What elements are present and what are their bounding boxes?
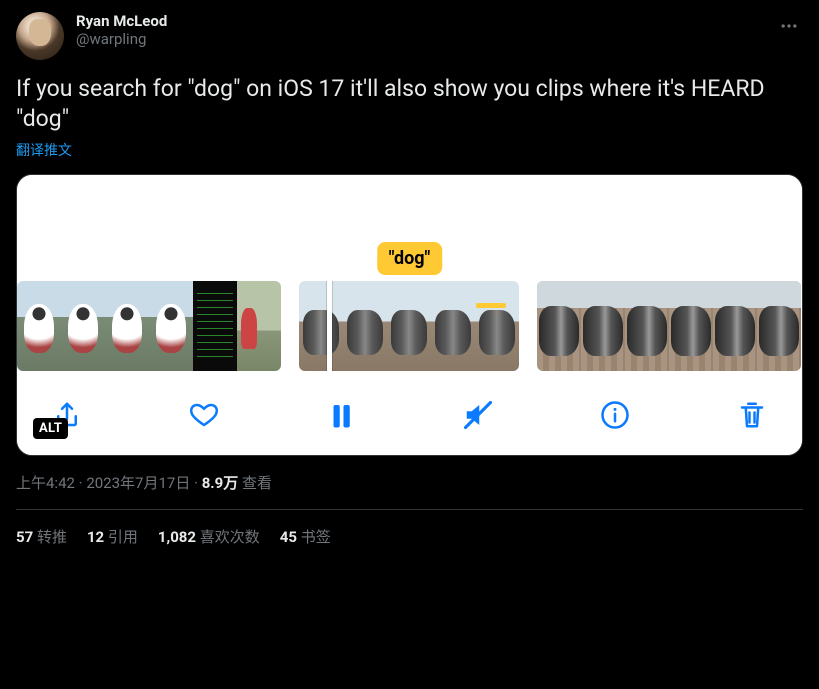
media-toolbar bbox=[17, 381, 802, 455]
retweets-stat[interactable]: 57 转推 bbox=[16, 526, 67, 547]
clip-3[interactable] bbox=[537, 281, 801, 371]
display-name: Ryan McLeod bbox=[76, 12, 167, 30]
media-top-area: "dog" bbox=[17, 175, 802, 281]
thumbnail bbox=[669, 281, 713, 371]
views-label: 查看 bbox=[238, 474, 272, 492]
tweet: Ryan McLeod @warpling If you search for … bbox=[0, 0, 819, 559]
thumbnail bbox=[475, 281, 519, 371]
translate-link[interactable]: 翻译推文 bbox=[16, 140, 803, 160]
thumbnail bbox=[757, 281, 801, 371]
bookmarks-stat[interactable]: 45 书签 bbox=[280, 526, 331, 547]
thumbnail bbox=[343, 281, 387, 371]
views-count: 8.9万 bbox=[202, 474, 239, 492]
thumbnail bbox=[61, 281, 105, 371]
quotes-stat[interactable]: 12 引用 bbox=[87, 526, 138, 547]
info-icon[interactable] bbox=[599, 399, 631, 431]
trash-icon[interactable] bbox=[736, 399, 768, 431]
tweet-text: If you search for "dog" on iOS 17 it'll … bbox=[16, 74, 803, 134]
thumbnail bbox=[193, 281, 237, 371]
thumbnail bbox=[713, 281, 757, 371]
clip-1[interactable] bbox=[17, 281, 281, 371]
divider bbox=[16, 509, 803, 510]
likes-stat[interactable]: 1,082 喜欢次数 bbox=[158, 526, 260, 547]
thumbnail bbox=[581, 281, 625, 371]
mute-icon[interactable] bbox=[462, 399, 494, 431]
thumbnail bbox=[625, 281, 669, 371]
post-time[interactable]: 上午4:42 bbox=[16, 474, 75, 492]
post-date[interactable]: 2023年7月17日 bbox=[86, 474, 190, 492]
alt-badge[interactable]: ALT bbox=[33, 418, 68, 439]
more-icon[interactable] bbox=[775, 12, 803, 44]
filmstrip[interactable] bbox=[17, 281, 802, 381]
tweet-header: Ryan McLeod @warpling bbox=[16, 12, 803, 60]
timeline-marker bbox=[476, 303, 506, 308]
meta-line: 上午4:42 · 2023年7月17日 · 8.9万 查看 bbox=[16, 472, 803, 493]
heart-icon[interactable] bbox=[188, 399, 220, 431]
thumbnail bbox=[237, 281, 281, 371]
thumbnail bbox=[299, 281, 343, 371]
stats-row: 57 转推 12 引用 1,082 喜欢次数 45 书签 bbox=[16, 526, 803, 547]
thumbnail bbox=[387, 281, 431, 371]
user-block[interactable]: Ryan McLeod @warpling bbox=[76, 12, 167, 48]
media-card[interactable]: "dog" bbox=[16, 174, 803, 456]
thumbnail bbox=[537, 281, 581, 371]
pause-icon[interactable] bbox=[325, 399, 357, 431]
thumbnail bbox=[431, 281, 475, 371]
thumbnail bbox=[105, 281, 149, 371]
playhead[interactable] bbox=[327, 281, 332, 371]
thumbnail bbox=[149, 281, 193, 371]
user-handle: @warpling bbox=[76, 30, 167, 48]
clip-2[interactable] bbox=[299, 281, 519, 371]
avatar[interactable] bbox=[16, 12, 64, 60]
search-term-bubble: "dog" bbox=[377, 242, 443, 275]
thumbnail bbox=[17, 281, 61, 371]
